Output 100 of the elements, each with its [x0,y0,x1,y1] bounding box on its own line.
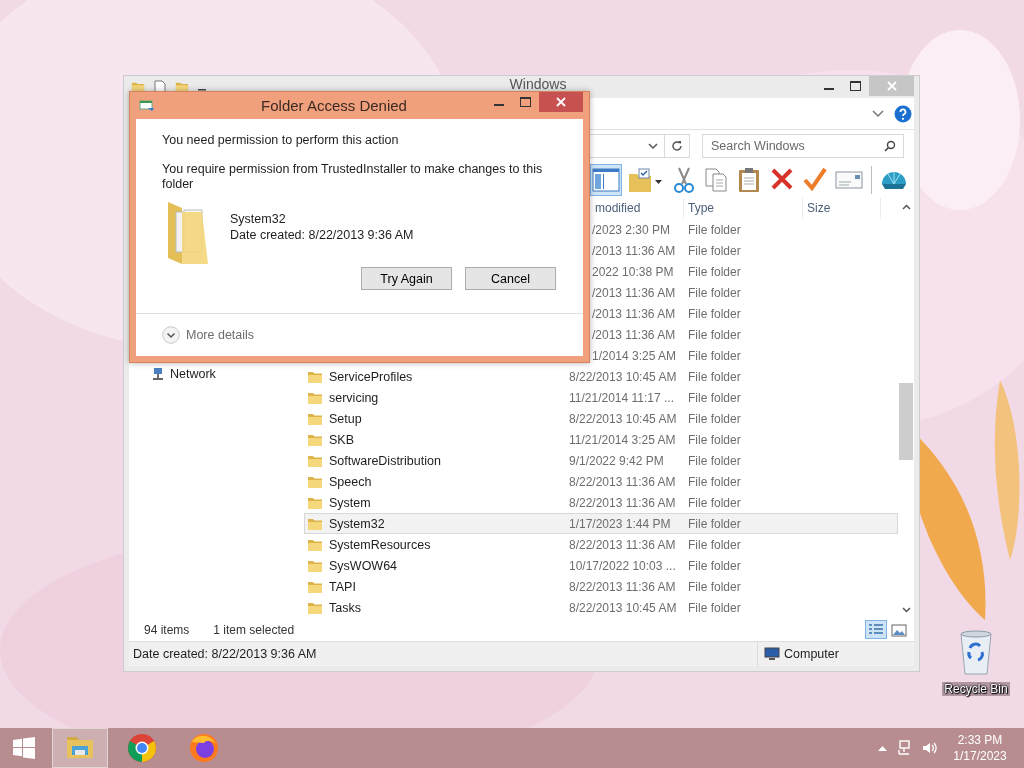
table-cell-text: File folder [687,558,742,573]
table-cell: ServiceProfiles [329,369,413,384]
column-header[interactable]: Size [803,198,881,219]
file-row[interactable]: Speech 8/22/2013 11:36 AM File folder [304,471,898,492]
table-cell-text: /2013 11:36 AM [591,285,677,300]
scroll-down-icon[interactable] [901,607,911,613]
table-cell-text: /2013 11:36 AM [591,243,677,258]
table-cell-text: 8/22/2013 10:45 AM [568,411,678,426]
file-row[interactable]: TAPI 8/22/2013 11:36 AM File folder [304,576,898,597]
table-cell-text: File folder [687,285,742,300]
table-cell-text: 8/22/2013 11:36 AM [568,579,677,594]
chevron-down-icon[interactable] [872,109,884,118]
item-date: Date created: 8/22/2013 9:36 AM [230,227,414,243]
chrome-icon[interactable] [126,732,158,764]
table-cell-text: /2013 11:36 AM [591,327,677,342]
table-cell-text: 11/21/2014 3:25 AM [568,432,677,447]
table-cell: SysWOW64 [329,558,398,573]
table-cell-text: File folder [687,453,742,468]
search-icon[interactable] [884,140,896,152]
table-cell-text: 2022 10:38 PM [591,264,675,279]
scrollbar-thumb[interactable] [899,383,913,460]
file-row[interactable]: System32 1/17/2023 1:44 PM File folder [304,513,898,534]
file-row[interactable]: SysWOW64 10/17/2022 10:03 ... File folder [304,555,898,576]
table-cell-text: 11/21/2014 11:17 ... [568,390,675,405]
table-cell-text: 1/2014 3:25 AM [591,348,678,363]
column-header[interactable]: Type [684,198,803,219]
chevron-up-icon[interactable] [878,745,887,751]
close-button[interactable] [539,92,583,112]
selection-count: 1 item selected [213,622,295,637]
window-title: Windows [508,77,568,91]
table-cell-text: 8/22/2013 10:45 AM [568,600,678,615]
file-row[interactable]: SystemResources 8/22/2013 11:36 AM File folder [304,534,898,555]
network-icon[interactable] [151,367,165,381]
refresh-button[interactable] [665,134,690,158]
table-cell-text: File folder [687,327,742,342]
table-cell-text: 1/17/2023 1:44 PM [568,516,672,531]
dialog-button[interactable]: Cancel [465,267,556,290]
dialog-message: You require permission from TrustedInstaller to make changes to this folder [162,162,544,192]
windows-logo-icon[interactable] [13,737,35,759]
date-created-text: Date created: 8/22/2013 9:36 AM [133,647,317,661]
table-cell-text: File folder [687,222,742,237]
dialog-title: Folder Access Denied [260,97,408,114]
table-cell-text: File folder [687,495,742,510]
help-icon[interactable] [894,104,912,123]
sidebar-item[interactable]: Network [151,364,301,384]
maximize-icon[interactable] [850,81,861,91]
table-cell: servicing [329,390,379,405]
maximize-icon[interactable] [520,97,531,107]
network-icon[interactable] [896,740,912,756]
table-cell-text: File folder [687,264,742,279]
trash-can-icon[interactable] [958,630,994,676]
item-name: System32 [230,211,287,227]
taskbar-app-button[interactable] [52,728,108,768]
table-cell-text: File folder [687,369,742,384]
table-cell: SoftwareDistribution [329,453,441,468]
table-cell: System32 [329,516,385,531]
table-cell-text: File folder [687,600,742,615]
table-cell-text: File folder [687,537,742,552]
file-row[interactable]: Tasks 8/22/2013 10:45 AM File folder [304,597,898,618]
table-cell: TAPI [329,579,356,594]
table-cell-text: 8/22/2013 11:36 AM [568,474,677,489]
file-row[interactable]: ServiceProfiles 8/22/2013 10:45 AM File folder [304,366,898,387]
table-cell-text: /2023 2:30 PM [591,222,672,237]
table-cell: Tasks [329,600,361,615]
file-row[interactable]: SKB 11/21/2014 3:25 AM File folder [304,429,898,450]
speaker-icon[interactable] [921,740,937,756]
table-cell: System [329,495,371,510]
file-row[interactable]: servicing 11/21/2014 11:17 ... File folder [304,387,898,408]
location-text: Computer [784,647,839,661]
table-cell-text: File folder [687,516,742,531]
file-row[interactable]: Setup 8/22/2013 10:45 AM File folder [304,408,898,429]
chevron-circle-icon[interactable] [162,326,180,344]
dialog-button[interactable]: Try Again [361,267,452,290]
table-cell-text: File folder [687,432,742,447]
table-cell: Setup [329,411,362,426]
table-cell: SystemResources [329,537,431,552]
dialog-heading: You need permission to perform this action [162,133,400,147]
refresh-icon[interactable] [671,140,683,152]
search-field[interactable]: Search Windows [702,134,904,158]
table-cell-text: File folder [687,348,742,363]
table-cell-text: 8/22/2013 11:36 AM [568,495,677,510]
file-row[interactable]: System 8/22/2013 11:36 AM File folder [304,492,898,513]
computer-icon [764,647,780,661]
scroll-up-icon[interactable] [901,204,911,210]
table-cell-text: File folder [687,474,742,489]
table-cell-text: File folder [687,243,742,258]
table-cell-text: 10/17/2022 10:03 ... [568,558,677,573]
table-cell-text: 8/22/2013 11:36 AM [568,537,677,552]
table-cell-text: 8/22/2013 10:45 AM [568,369,678,384]
table-cell-text: File folder [687,390,742,405]
table-cell-text: 9/1/2022 9:42 PM [568,453,665,468]
chevron-down-icon[interactable] [648,142,658,150]
table-cell-text: File folder [687,306,742,321]
table-cell-text: /2013 11:36 AM [591,306,677,321]
firefox-icon[interactable] [188,732,220,764]
table-cell-text: File folder [687,579,742,594]
close-icon[interactable] [556,97,566,107]
file-row[interactable]: SoftwareDistribution 9/1/2022 9:42 PM File folder [304,450,898,471]
more-details-button[interactable]: More details [162,326,255,344]
item-count: 94 items [144,622,190,637]
